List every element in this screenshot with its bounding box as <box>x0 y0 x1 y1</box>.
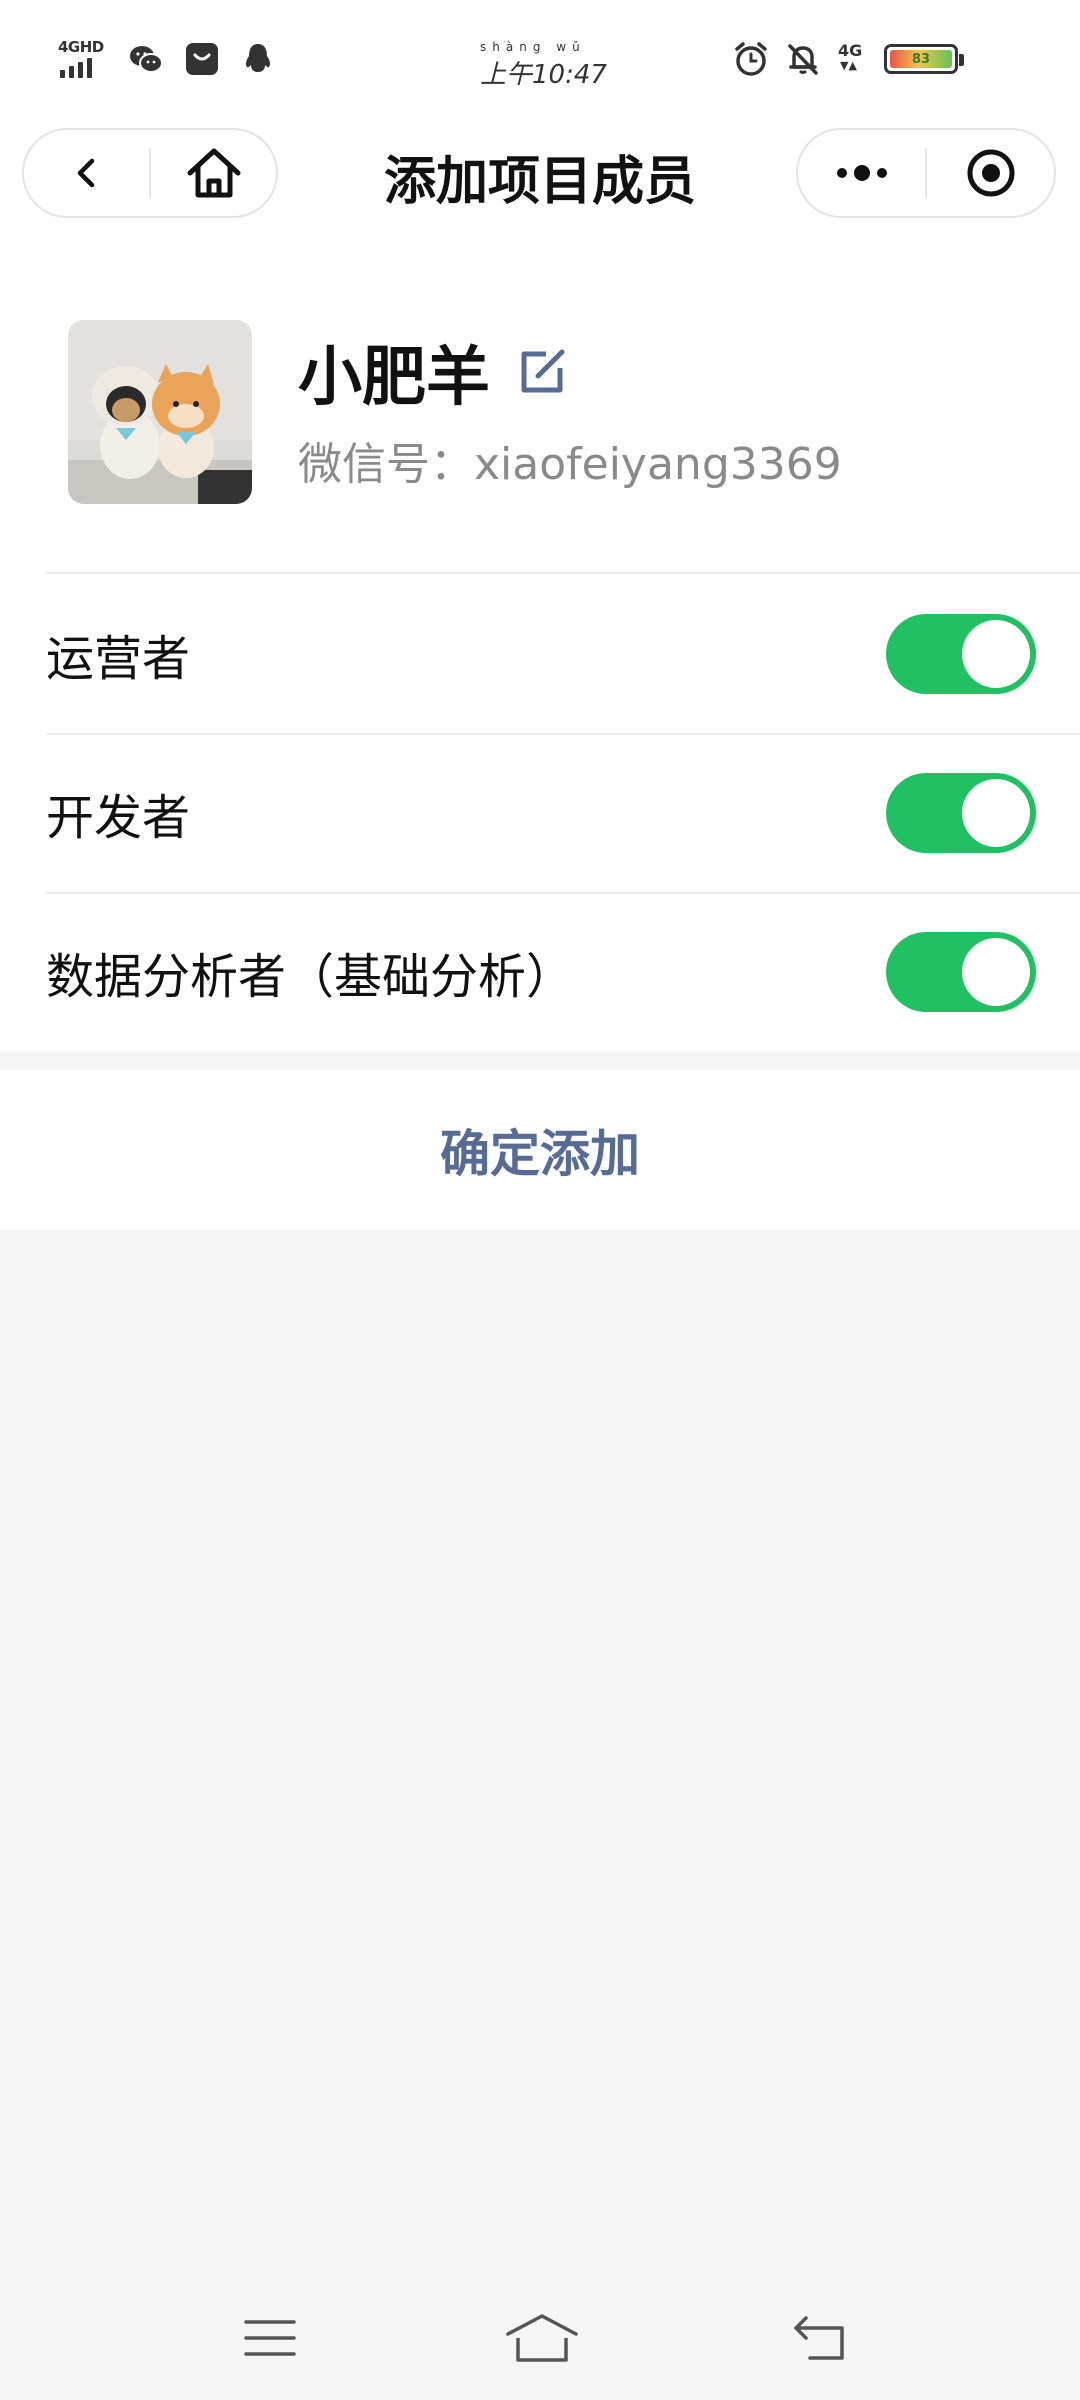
nav-capsule-left <box>22 128 278 218</box>
more-icon <box>836 165 887 181</box>
status-right: 4G ▼▲ 83 <box>732 40 964 78</box>
signal-icon: 4GHD <box>58 38 108 80</box>
home-icon <box>187 148 240 198</box>
wechat-icon <box>130 46 163 73</box>
role-row-data-analyst: 数据分析者（基础分析） <box>0 892 1080 1051</box>
system-nav-bar <box>0 2290 1080 2380</box>
back-button[interactable] <box>24 130 149 216</box>
confirm-add-button[interactable]: 确定添加 <box>0 1070 1080 1230</box>
nickname: 小肥羊 <box>298 341 490 415</box>
status-left: 4GHD <box>58 38 276 80</box>
nickname-row: 小肥羊 <box>298 326 568 418</box>
role-label: 运营者 <box>46 630 191 687</box>
system-home-icon[interactable] <box>500 2308 584 2368</box>
cellular-4g-icon: 4G ▼▲ <box>838 41 863 72</box>
operator-toggle[interactable] <box>886 614 1036 694</box>
close-miniprogram-icon <box>967 149 1014 197</box>
back-icon <box>77 158 94 188</box>
clock: shàng wǔ 上午10:47 <box>480 40 610 90</box>
data-analyst-toggle[interactable] <box>886 932 1036 1012</box>
developer-toggle[interactable] <box>886 773 1036 853</box>
more-button[interactable] <box>798 130 925 216</box>
edit-icon[interactable] <box>516 346 568 398</box>
member-profile: 小肥羊 微信号：xiaofeiyang3369 <box>0 232 1080 574</box>
wechat-id: 微信号：xiaofeiyang3369 <box>298 439 842 490</box>
qq-penguin-icon <box>245 44 271 72</box>
role-label: 开发者 <box>46 789 191 846</box>
cell-label: 4G <box>838 41 863 60</box>
avatar <box>68 320 252 504</box>
role-label: 数据分析者（基础分析） <box>46 948 575 1005</box>
nav-capsule-right <box>796 128 1056 218</box>
nav-bar: 添加项目成员 <box>0 120 1080 232</box>
battery-level: 83 <box>911 51 931 67</box>
clock-pinyin: shàng wǔ <box>480 40 586 54</box>
role-row-operator: 运营者 <box>0 574 1080 733</box>
network-label: 4GHD <box>58 38 104 56</box>
role-list: 运营者 开发者 数据分析者（基础分析） <box>0 574 1080 1051</box>
clock-time: 上午10:47 <box>480 60 607 90</box>
home-button[interactable] <box>151 130 276 216</box>
alarm-icon <box>735 42 767 76</box>
battery-icon: 83 <box>884 44 964 74</box>
menu-icon[interactable] <box>240 2308 300 2368</box>
system-back-icon[interactable] <box>790 2308 850 2368</box>
close-miniprogram-button[interactable] <box>927 130 1054 216</box>
store-bag-icon <box>186 43 218 75</box>
mute-bell-icon <box>788 44 818 75</box>
role-row-developer: 开发者 <box>0 733 1080 892</box>
status-bar: 4GHD shàng wǔ 上午10:47 4G ▼▲ 83 <box>0 0 1080 120</box>
